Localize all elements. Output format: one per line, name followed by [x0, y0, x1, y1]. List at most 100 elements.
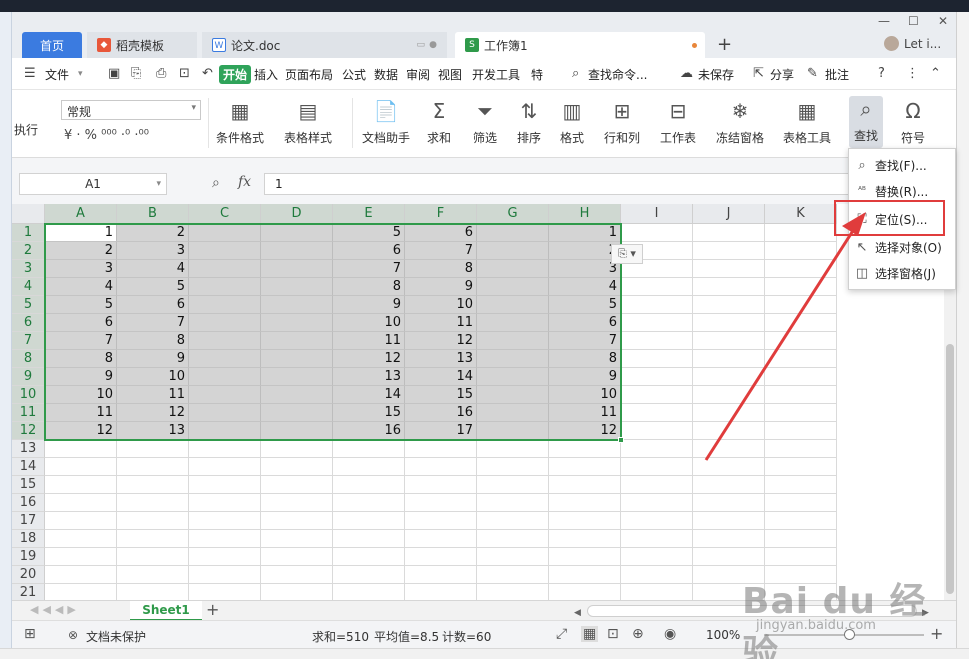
cell[interactable]: 2: [117, 224, 189, 242]
page-break-icon[interactable]: ⊡: [607, 626, 619, 642]
cell[interactable]: [477, 224, 549, 242]
cell[interactable]: [45, 566, 117, 584]
cell[interactable]: [189, 530, 261, 548]
cell[interactable]: [477, 530, 549, 548]
cell[interactable]: [261, 530, 333, 548]
cell[interactable]: [189, 224, 261, 242]
new-tab-button[interactable]: +: [717, 34, 732, 55]
menu-view[interactable]: 视图: [438, 66, 462, 83]
worksheet-button[interactable]: ⊟ 工作表: [660, 98, 696, 146]
row-header[interactable]: 7: [12, 332, 45, 350]
cell[interactable]: 5: [117, 278, 189, 296]
cell[interactable]: [261, 314, 333, 332]
fill-handle[interactable]: [618, 437, 624, 443]
zoom-level[interactable]: 100%: [706, 628, 740, 642]
column-header[interactable]: E: [333, 204, 405, 224]
column-header[interactable]: F: [405, 204, 477, 224]
tab-thesis-doc[interactable]: W 论文.doc ▭ ●: [202, 32, 447, 58]
cell[interactable]: 1: [45, 224, 117, 242]
cell[interactable]: [261, 224, 333, 242]
table-tools-button[interactable]: ▦ 表格工具: [783, 98, 831, 146]
cell[interactable]: [189, 332, 261, 350]
cell[interactable]: [693, 260, 765, 278]
cell[interactable]: 4: [45, 278, 117, 296]
column-header[interactable]: K: [765, 204, 837, 224]
cell[interactable]: 8: [117, 332, 189, 350]
cell[interactable]: [693, 476, 765, 494]
row-header[interactable]: 18: [12, 530, 45, 548]
cell[interactable]: 11: [549, 404, 621, 422]
cell[interactable]: [477, 350, 549, 368]
cell[interactable]: 6: [549, 314, 621, 332]
cell[interactable]: [549, 530, 621, 548]
annotate-button[interactable]: 批注: [825, 66, 849, 83]
cell[interactable]: [621, 494, 693, 512]
cell[interactable]: [261, 296, 333, 314]
column-header[interactable]: D: [261, 204, 333, 224]
cell[interactable]: [261, 332, 333, 350]
menu-review[interactable]: 审阅: [406, 66, 430, 83]
cell[interactable]: [117, 548, 189, 566]
cell[interactable]: 7: [333, 260, 405, 278]
cell[interactable]: [549, 566, 621, 584]
cell[interactable]: [261, 494, 333, 512]
row-header[interactable]: 2: [12, 242, 45, 260]
cell[interactable]: [189, 404, 261, 422]
cell[interactable]: [621, 476, 693, 494]
name-box[interactable]: A1: [19, 173, 167, 195]
cell[interactable]: 8: [45, 350, 117, 368]
column-header[interactable]: J: [693, 204, 765, 224]
cell[interactable]: [45, 458, 117, 476]
row-header[interactable]: 17: [12, 512, 45, 530]
cell[interactable]: [189, 278, 261, 296]
eye-icon[interactable]: ◉: [664, 626, 676, 642]
tab-home[interactable]: 首页: [22, 32, 82, 58]
cell[interactable]: 10: [333, 314, 405, 332]
print-icon[interactable]: ⎙: [156, 66, 166, 81]
cell[interactable]: [693, 224, 765, 242]
cell[interactable]: [477, 314, 549, 332]
row-header[interactable]: 5: [12, 296, 45, 314]
exec-button[interactable]: 执行: [14, 116, 38, 138]
cell[interactable]: 13: [333, 368, 405, 386]
cell[interactable]: [765, 260, 837, 278]
page-layout-icon[interactable]: ⊕: [632, 626, 644, 642]
cell[interactable]: [621, 368, 693, 386]
cell[interactable]: [261, 404, 333, 422]
cell[interactable]: [189, 386, 261, 404]
cell[interactable]: 12: [549, 422, 621, 440]
cell[interactable]: [189, 494, 261, 512]
row-header[interactable]: 16: [12, 494, 45, 512]
cell[interactable]: [477, 440, 549, 458]
cell[interactable]: [477, 404, 549, 422]
close-icon[interactable]: ✕: [938, 14, 948, 28]
protection-status[interactable]: 文档未保护: [86, 628, 146, 645]
cell[interactable]: 11: [405, 314, 477, 332]
row-header[interactable]: 8: [12, 350, 45, 368]
cell[interactable]: [45, 584, 117, 600]
menu-page-layout[interactable]: 页面布局: [285, 66, 333, 83]
cell[interactable]: 11: [333, 332, 405, 350]
sheet-nav-arrows[interactable]: ◀◀◀▶: [30, 603, 80, 616]
cell[interactable]: [621, 512, 693, 530]
column-header[interactable]: I: [621, 204, 693, 224]
cell[interactable]: [117, 512, 189, 530]
column-header[interactable]: B: [117, 204, 189, 224]
cell[interactable]: 14: [405, 368, 477, 386]
cell[interactable]: 11: [117, 386, 189, 404]
cell[interactable]: [477, 386, 549, 404]
cell[interactable]: [477, 494, 549, 512]
cell[interactable]: [765, 548, 837, 566]
cell[interactable]: [261, 566, 333, 584]
cell[interactable]: 9: [117, 350, 189, 368]
formula-input[interactable]: 1: [264, 173, 854, 195]
cell[interactable]: [333, 548, 405, 566]
cell[interactable]: [333, 584, 405, 600]
cell[interactable]: 12: [405, 332, 477, 350]
menu-item-find[interactable]: ⌕ 查找(F)...: [849, 153, 957, 177]
cell[interactable]: 1: [549, 224, 621, 242]
row-header[interactable]: 3: [12, 260, 45, 278]
cell[interactable]: [405, 584, 477, 600]
undo-icon[interactable]: ↶: [202, 66, 213, 81]
cell[interactable]: 5: [333, 224, 405, 242]
